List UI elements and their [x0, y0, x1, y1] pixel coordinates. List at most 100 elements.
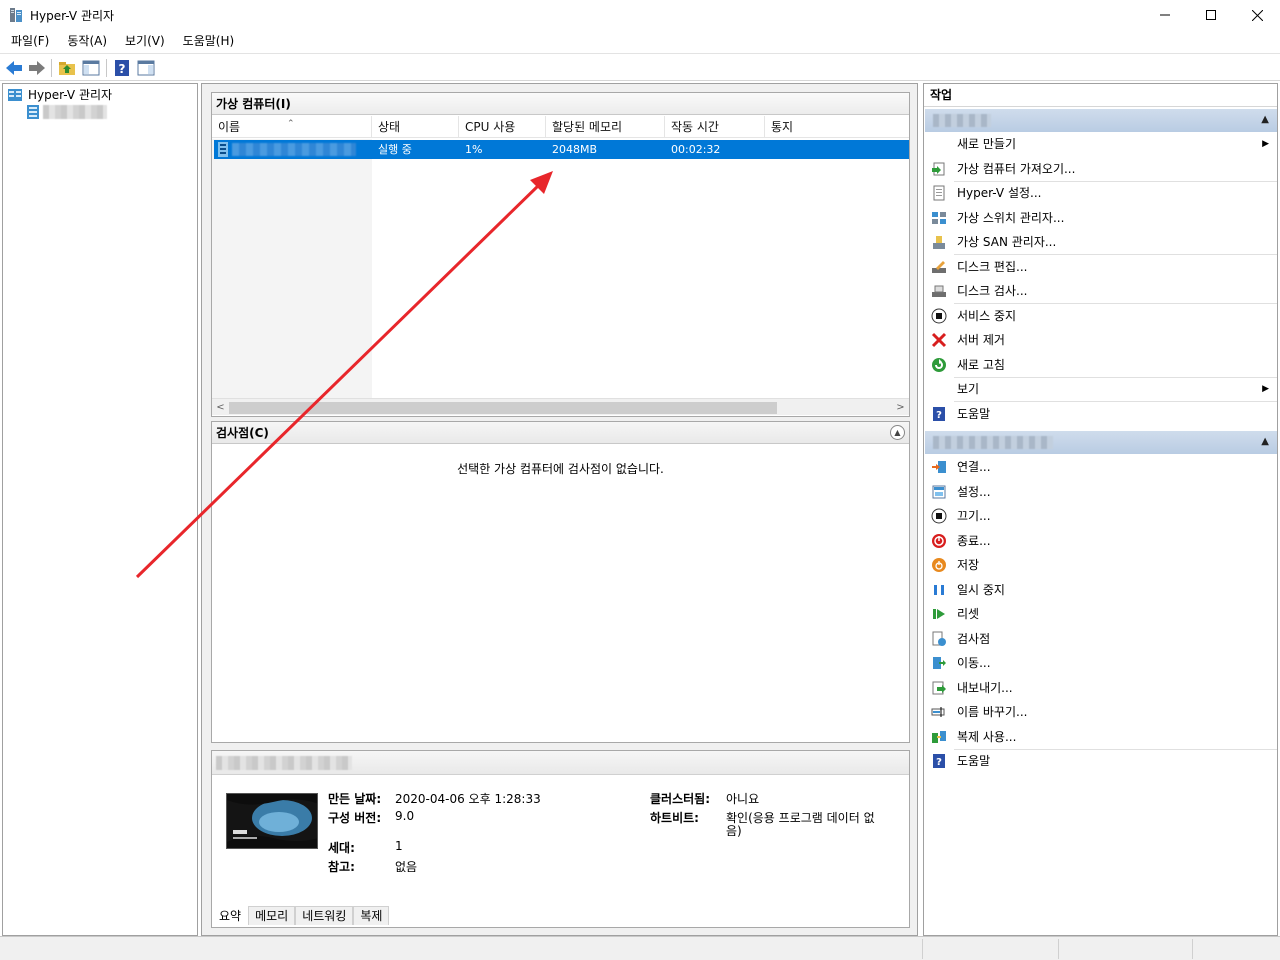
redacted-vm-title: [216, 756, 352, 770]
heartbeat-value-line2: 음): [726, 824, 742, 838]
horizontal-scrollbar[interactable]: < >: [212, 398, 909, 415]
server-icon: [27, 105, 39, 119]
submenu-arrow-icon: ▶: [1262, 139, 1269, 149]
up-folder-button[interactable]: [57, 58, 77, 78]
host-action-label: 디스크 편집...: [957, 259, 1028, 274]
turn-off-icon: [931, 508, 947, 524]
details-header: [212, 751, 909, 775]
column-uptime[interactable]: 작동 시간: [665, 116, 765, 138]
tree-root-hyper-v-manager[interactable]: Hyper-V 관리자: [7, 86, 112, 103]
close-button[interactable]: [1234, 0, 1280, 30]
host-action-label: 가상 컴퓨터 가져오기...: [957, 161, 1076, 176]
no-icon: [931, 381, 947, 397]
scroll-right-icon[interactable]: >: [892, 399, 909, 416]
vm-action-label: 끄기...: [957, 509, 991, 523]
menu-file[interactable]: 파일(F): [2, 30, 58, 52]
tab-memory[interactable]: 메모리: [248, 906, 296, 925]
vm-action-1[interactable]: 설정...: [925, 480, 1277, 504]
maximize-button[interactable]: [1188, 0, 1234, 30]
help-toolbar-button[interactable]: ?: [112, 58, 132, 78]
host-action-4[interactable]: 가상 SAN 관리자...: [925, 230, 1277, 254]
sort-ascending-icon: ⌃: [287, 119, 295, 129]
heartbeat-label: 하트비트:: [650, 811, 699, 825]
vm-screen-thumbnail[interactable]: [226, 793, 318, 849]
collapse-checkpoints-icon[interactable]: ▲: [890, 425, 905, 440]
menu-help[interactable]: 도움말(H): [174, 30, 244, 52]
clustered-value: 아니요: [726, 792, 760, 806]
vm-action-label: 리셋: [957, 607, 980, 621]
center-pane: 가상 컴퓨터(I) 이름 ⌃ 상태 CPU 사용 할당된 메모리 작동 시간 통…: [201, 83, 918, 936]
san-icon: [931, 234, 947, 250]
show-hide-tree-button[interactable]: [81, 58, 101, 78]
tab-replication[interactable]: 복제: [353, 906, 390, 925]
scrollbar-thumb[interactable]: [229, 402, 777, 414]
host-action-11[interactable]: ? 도움말: [925, 402, 1277, 426]
vm-actions-header[interactable]: ▲: [925, 431, 1277, 454]
actions-title: 작업: [924, 84, 1277, 107]
move-icon: [931, 655, 947, 671]
vm-action-4[interactable]: 저장: [925, 553, 1277, 577]
vm-action-0[interactable]: 연결...: [925, 455, 1277, 479]
vm-action-6[interactable]: 리셋: [925, 602, 1277, 626]
vm-action-12[interactable]: ? 도움말: [925, 749, 1277, 773]
host-action-label: 새로 고침: [957, 357, 1005, 372]
vm-action-11[interactable]: 복제 사용...: [925, 725, 1277, 749]
forward-button[interactable]: [27, 58, 47, 78]
host-action-0[interactable]: 새로 만들기 ▶: [925, 132, 1277, 156]
column-cpu[interactable]: CPU 사용: [459, 116, 546, 138]
vm-row[interactable]: 실행 중 1% 2048MB 00:02:32: [214, 140, 909, 159]
vm-action-2[interactable]: 끄기...: [925, 504, 1277, 528]
navigation-tree: Hyper-V 관리자: [2, 83, 198, 936]
tab-summary[interactable]: 요약: [212, 906, 249, 925]
host-actions-header[interactable]: ▲: [925, 109, 1277, 132]
menu-view[interactable]: 보기(V): [116, 30, 174, 52]
redacted-vm-actions-name: [933, 436, 1053, 449]
host-action-1[interactable]: 가상 컴퓨터 가져오기...: [925, 157, 1277, 181]
vm-action-7[interactable]: 검사점: [925, 627, 1277, 651]
connect-icon: [931, 459, 947, 475]
tree-root-label: Hyper-V 관리자: [28, 88, 113, 102]
no-checkpoints-message: 선택한 가상 컴퓨터에 검사점이 없습니다.: [457, 462, 664, 476]
vm-action-5[interactable]: 일시 중지: [925, 578, 1277, 602]
hyper-v-app-icon: [10, 8, 22, 22]
created-label: 만든 날짜:: [328, 792, 382, 806]
host-action-5[interactable]: 디스크 편집...: [925, 255, 1277, 279]
host-action-2[interactable]: Hyper-V 설정...: [925, 181, 1277, 205]
host-action-9[interactable]: 새로 고침: [925, 353, 1277, 377]
redacted-host-name: [933, 114, 991, 127]
menu-action[interactable]: 동작(A): [58, 30, 116, 52]
shutdown-icon: [931, 533, 947, 549]
vm-action-3[interactable]: 종료...: [925, 529, 1277, 553]
collapse-host-actions-icon[interactable]: ▲: [1261, 114, 1269, 125]
back-button[interactable]: [4, 58, 24, 78]
import-icon: [931, 161, 947, 177]
collapse-vm-actions-icon[interactable]: ▲: [1261, 436, 1269, 447]
column-name[interactable]: 이름 ⌃: [212, 116, 372, 138]
tab-networking[interactable]: 네트워킹: [295, 906, 354, 925]
details-tabs: 요약 메모리 네트워킹 복제: [212, 906, 390, 926]
host-action-10[interactable]: 보기 ▶: [925, 377, 1277, 401]
hyper-v-manager-icon: [8, 88, 22, 101]
vm-action-8[interactable]: 이동...: [925, 651, 1277, 675]
vm-table: 이름 ⌃ 상태 CPU 사용 할당된 메모리 작동 시간 통지 실행 중 1% …: [212, 116, 909, 398]
scroll-left-icon[interactable]: <: [212, 399, 229, 416]
minimize-button[interactable]: [1142, 0, 1188, 30]
column-state[interactable]: 상태: [372, 116, 459, 138]
vm-table-header: 이름 ⌃ 상태 CPU 사용 할당된 메모리 작동 시간 통지: [212, 116, 909, 138]
redacted-vm-name: [232, 143, 356, 156]
host-action-7[interactable]: 서비스 중지: [925, 304, 1277, 328]
host-action-3[interactable]: 가상 스위치 관리자...: [925, 206, 1277, 230]
host-action-label: 보기: [957, 382, 980, 396]
details-panel: 만든 날짜: 2020-04-06 오후 1:28:33 구성 버전: 9.0 …: [211, 750, 910, 928]
column-memory[interactable]: 할당된 메모리: [546, 116, 665, 138]
disk-inspect-icon: [931, 283, 947, 299]
svg-text:?: ?: [936, 757, 942, 768]
vm-action-9[interactable]: 내보내기...: [925, 676, 1277, 700]
host-action-label: 가상 SAN 관리자...: [957, 235, 1057, 249]
vm-action-10[interactable]: 이름 바꾸기...: [925, 700, 1277, 724]
column-status[interactable]: 통지: [765, 116, 909, 138]
host-action-6[interactable]: 디스크 검사...: [925, 279, 1277, 303]
host-action-8[interactable]: 서버 제거: [925, 328, 1277, 352]
show-hide-action-pane-button[interactable]: [136, 58, 156, 78]
tree-item-server[interactable]: [25, 104, 107, 120]
